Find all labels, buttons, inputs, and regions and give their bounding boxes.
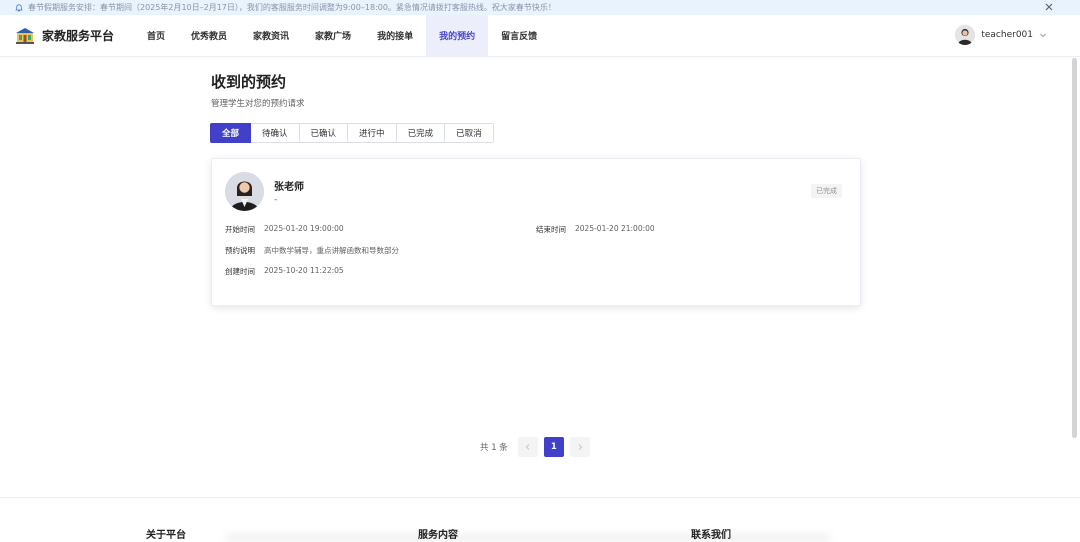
- footer-about: 关于平台: [146, 530, 186, 541]
- bell-icon: [15, 3, 23, 12]
- chevron-left-icon: [525, 444, 530, 450]
- created-time-row: 创建时间 2025-10-20 11:22:05: [225, 266, 344, 277]
- brand-logo[interactable]: 家教服务平台: [15, 27, 114, 44]
- top-header: 家教服务平台 首页 优秀教员 家教资讯 家教广场 我的接单 我的预约 留言反馈 …: [0, 15, 1080, 57]
- created-time-value: 2025-10-20 11:22:05: [264, 266, 344, 275]
- brand-name: 家教服务平台: [42, 29, 115, 43]
- avatar: [955, 25, 976, 45]
- description-row: 预约说明 高中数学辅导，重点讲解函数和导数部分: [225, 245, 399, 256]
- next-page-button[interactable]: [569, 437, 590, 457]
- scrollbar[interactable]: [1072, 58, 1077, 438]
- footer-contact: 联系我们: [691, 530, 731, 541]
- nav-my-orders[interactable]: 我的接单: [364, 15, 426, 56]
- tab-pending[interactable]: 待确认: [251, 123, 300, 143]
- start-time-label: 开始时间: [225, 225, 255, 234]
- school-icon: [15, 27, 35, 44]
- tab-all[interactable]: 全部: [210, 123, 252, 143]
- footer-shadow: [226, 534, 830, 542]
- prev-page-button[interactable]: [517, 437, 538, 457]
- nav-tutoring-news[interactable]: 家教资讯: [240, 15, 302, 56]
- chevron-right-icon: [578, 444, 582, 450]
- page-title: 收到的预约: [211, 73, 287, 91]
- notice-bar: 春节假期服务安排：春节期间（2025年2月10日–2月17日），我们的客服服务时…: [0, 0, 1080, 15]
- total-count: 共 1 条: [480, 443, 508, 453]
- teacher-name: 张老师: [274, 182, 304, 193]
- user-menu[interactable]: teacher001: [955, 25, 1047, 45]
- description-value: 高中数学辅导，重点讲解函数和导数部分: [264, 246, 399, 255]
- page-subtitle: 管理学生对您的预约请求: [211, 99, 305, 109]
- footer: 关于平台 服务内容 联系我们: [0, 497, 1080, 542]
- nav-tutoring-square[interactable]: 家教广场: [302, 15, 364, 56]
- end-time-label: 结束时间: [536, 225, 566, 234]
- tab-confirmed[interactable]: 已确认: [299, 123, 349, 143]
- page-number-button[interactable]: 1: [543, 437, 564, 457]
- end-time-value: 2025-01-20 21:00:00: [575, 224, 655, 233]
- chevron-down-icon: [1039, 31, 1047, 39]
- close-icon[interactable]: [1044, 2, 1054, 12]
- teacher-subject: -: [274, 195, 278, 205]
- end-time-row: 结束时间 2025-01-20 21:00:00: [536, 224, 655, 235]
- teacher-avatar: [225, 172, 264, 211]
- booking-card[interactable]: 张老师 - 已完成 开始时间 2025-01-20 19:00:00 结束时间 …: [211, 158, 861, 306]
- tab-in-progress[interactable]: 进行中: [348, 123, 397, 143]
- nav-excellent-teachers[interactable]: 优秀教员: [178, 15, 240, 56]
- username: teacher001: [981, 30, 1033, 40]
- start-time-row: 开始时间 2025-01-20 19:00:00: [225, 224, 344, 235]
- status-filter-tabs: 全部 待确认 已确认 进行中 已完成 已取消: [210, 123, 494, 143]
- description-label: 预约说明: [225, 246, 255, 255]
- notice-text: 春节假期服务安排：春节期间（2025年2月10日–2月17日），我们的客服服务时…: [28, 3, 556, 12]
- pagination: 共 1 条 1: [480, 437, 596, 457]
- start-time-value: 2025-01-20 19:00:00: [264, 224, 344, 233]
- main-nav: 首页 优秀教员 家教资讯 家教广场 我的接单 我的预约 留言反馈: [134, 15, 550, 56]
- tab-cancelled[interactable]: 已取消: [445, 123, 494, 143]
- status-badge: 已完成: [811, 184, 842, 198]
- nav-feedback[interactable]: 留言反馈: [488, 15, 550, 56]
- nav-my-bookings[interactable]: 我的预约: [426, 15, 489, 56]
- tab-completed[interactable]: 已完成: [396, 123, 446, 143]
- created-time-label: 创建时间: [225, 267, 255, 276]
- footer-services: 服务内容: [418, 530, 458, 541]
- nav-home[interactable]: 首页: [134, 15, 178, 56]
